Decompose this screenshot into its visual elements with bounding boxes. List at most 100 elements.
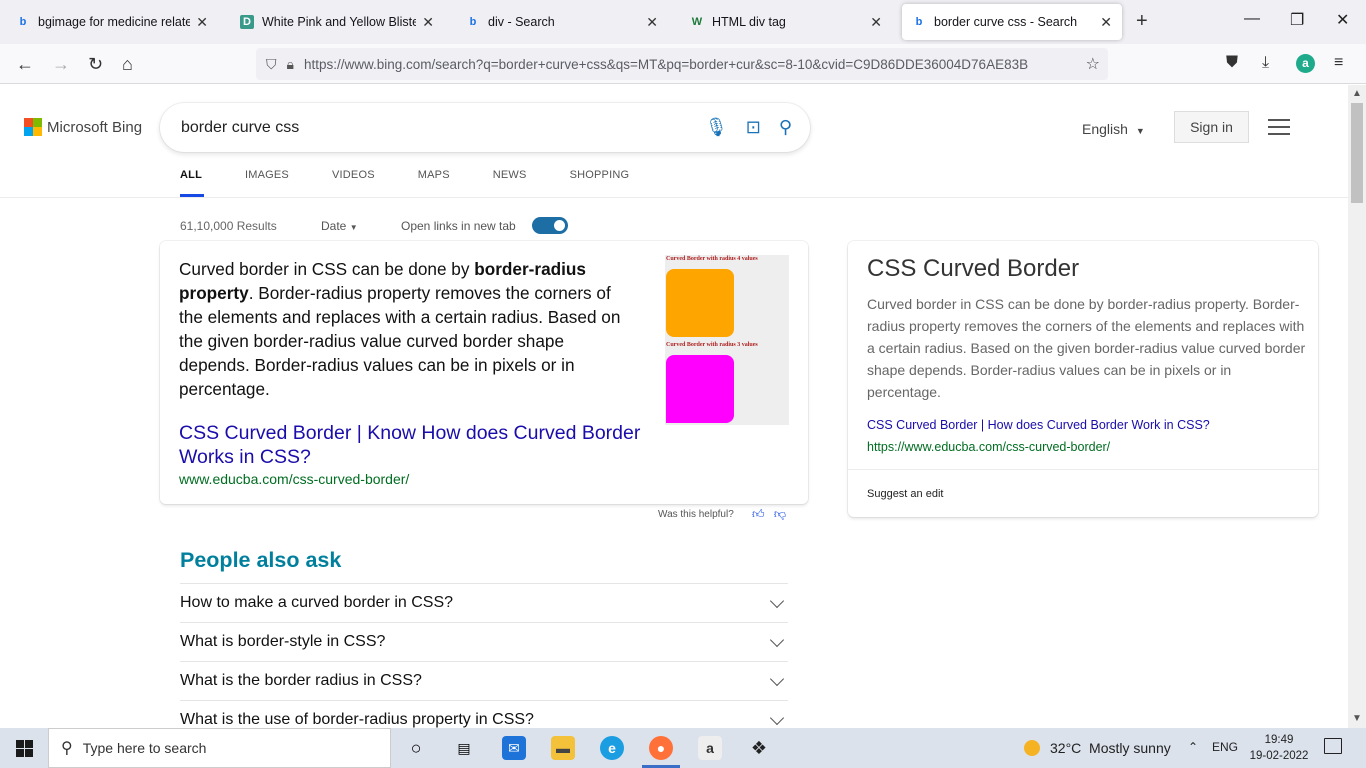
search-scopes: ALL IMAGES VIDEOS MAPS NEWS SHOPPING bbox=[180, 169, 672, 197]
answer-link[interactable]: CSS Curved Border | Know How does Curved… bbox=[179, 421, 649, 469]
close-tab-icon[interactable]: ✕ bbox=[422, 14, 434, 31]
paa-question[interactable]: What is the border radius in CSS? bbox=[180, 661, 788, 700]
taskbar-search[interactable]: ⚲ Type here to search bbox=[48, 728, 391, 768]
chevron-up-icon[interactable]: ⌃ bbox=[1188, 740, 1198, 754]
scope-all[interactable]: ALL bbox=[180, 169, 204, 197]
search-icon[interactable]: ⚲ bbox=[779, 117, 792, 138]
back-icon[interactable]: ← bbox=[16, 54, 34, 75]
chevron-down-icon bbox=[769, 710, 785, 726]
sign-in-button[interactable]: Sign in bbox=[1174, 111, 1249, 143]
weather-widget[interactable]: 32°C Mostly sunny bbox=[1024, 740, 1171, 756]
widgets-icon[interactable]: ▤ bbox=[452, 736, 476, 760]
scope-maps[interactable]: MAPS bbox=[418, 169, 450, 197]
download-icon[interactable]: ⤓ bbox=[1262, 54, 1269, 72]
tab-title: HTML div tag bbox=[712, 15, 786, 29]
magenta-curved-box bbox=[666, 355, 734, 423]
url-text: https://www.bing.com/search?q=border+cur… bbox=[303, 56, 1029, 72]
scope-images[interactable]: IMAGES bbox=[245, 169, 289, 197]
tab-div-search[interactable]: b div - Search ✕ bbox=[456, 4, 668, 40]
clock-time: 19:49 bbox=[1264, 734, 1294, 746]
reload-icon[interactable]: ↻ bbox=[88, 54, 103, 75]
amazon-icon[interactable]: a bbox=[698, 736, 722, 760]
scope-news[interactable]: NEWS bbox=[493, 169, 527, 197]
window-close-icon[interactable]: ✕ bbox=[1336, 10, 1349, 30]
notification-icon[interactable] bbox=[1324, 738, 1342, 754]
w3-favicon-icon: W bbox=[691, 16, 703, 28]
close-tab-icon[interactable]: ✕ bbox=[870, 14, 882, 31]
toggle-knob bbox=[554, 220, 565, 231]
paa-question-text: What is the border radius in CSS? bbox=[180, 672, 422, 689]
bing-logo[interactable]: Microsoft Bing bbox=[24, 118, 142, 136]
date-filter[interactable]: Date ▼ bbox=[321, 219, 358, 233]
open-links-toggle[interactable] bbox=[532, 217, 568, 234]
thumbs-up-icon[interactable]: 👍︎ bbox=[752, 507, 765, 521]
tab-title: White Pink and Yellow Blister Pa bbox=[262, 15, 417, 29]
tab-title: border curve css - Search bbox=[934, 15, 1078, 29]
language-indicator[interactable]: ENG bbox=[1212, 740, 1238, 754]
tab-blister[interactable]: D White Pink and Yellow Blister Pa ✕ bbox=[230, 4, 444, 40]
answer-cite[interactable]: www.educba.com/css-curved-border/ bbox=[179, 471, 409, 487]
paa-question[interactable]: How to make a curved border in CSS? bbox=[180, 583, 788, 622]
tab-title: div - Search bbox=[488, 15, 555, 29]
tab-title: bgimage for medicine related w bbox=[38, 15, 191, 29]
minimize-icon[interactable]: — bbox=[1244, 10, 1260, 28]
thumbs-down-icon[interactable]: 👎︎ bbox=[774, 507, 786, 521]
date-filter-label: Date bbox=[321, 219, 347, 233]
scope-videos[interactable]: VIDEOS bbox=[332, 169, 375, 197]
d-favicon-icon: D bbox=[240, 15, 254, 29]
lock-icon: 🔒︎ bbox=[286, 55, 294, 72]
search-box[interactable]: border curve css 🎙︎ ⊡ ⚲ bbox=[160, 103, 810, 152]
paa-question[interactable]: What is the use of border-radius propert… bbox=[180, 700, 788, 728]
pocket-icon[interactable]: ⛊ bbox=[1226, 54, 1238, 72]
close-tab-icon[interactable]: ✕ bbox=[1100, 14, 1112, 31]
feedback-buttons: 👍︎ 👎︎ bbox=[752, 507, 786, 522]
suggest-edit-link[interactable]: Suggest an edit bbox=[867, 488, 943, 500]
edge-icon[interactable]: e bbox=[600, 736, 624, 760]
close-tab-icon[interactable]: ✕ bbox=[646, 14, 658, 31]
visual-search-icon[interactable]: ⊡ bbox=[746, 117, 761, 138]
account-icon[interactable]: a bbox=[1296, 54, 1315, 73]
helpful-label: Was this helpful? bbox=[658, 509, 734, 520]
scroll-up-icon[interactable]: ▲ bbox=[1352, 88, 1362, 99]
menu-icon[interactable]: ≡ bbox=[1334, 54, 1343, 72]
microphone-icon[interactable]: 🎙︎ bbox=[705, 117, 728, 138]
taskbar: ⚲ Type here to search ○ ▤ ✉ ▬ e ● a ❖ 32… bbox=[0, 728, 1366, 768]
scrollbar-thumb[interactable] bbox=[1351, 103, 1363, 203]
people-also-ask-title: People also ask bbox=[180, 548, 342, 572]
answer-thumbnail[interactable]: Curved Border with radius 4 values Curve… bbox=[665, 255, 789, 425]
answer-card: Curved border in CSS can be done by bord… bbox=[160, 241, 808, 504]
hamburger-menu-icon[interactable] bbox=[1268, 119, 1290, 140]
mail-icon[interactable]: ✉ bbox=[502, 736, 526, 760]
search-input[interactable]: border curve css bbox=[181, 119, 705, 137]
home-icon[interactable]: ⌂ bbox=[122, 54, 133, 75]
sun-icon bbox=[1024, 740, 1040, 756]
task-view-icon[interactable]: ○ bbox=[404, 736, 428, 760]
forward-icon[interactable]: → bbox=[52, 54, 70, 75]
file-explorer-icon[interactable]: ▬ bbox=[551, 736, 575, 760]
knowledge-card-url[interactable]: https://www.educba.com/css-curved-border… bbox=[867, 440, 1110, 454]
tab-bgimage[interactable]: b bgimage for medicine related w ✕ bbox=[6, 4, 218, 40]
windows-start-icon[interactable] bbox=[16, 740, 33, 757]
microsoft-logo-icon bbox=[24, 118, 42, 136]
scope-shopping[interactable]: SHOPPING bbox=[570, 169, 630, 197]
people-also-ask-list: How to make a curved border in CSS? What… bbox=[180, 583, 788, 728]
tab-html-div[interactable]: W HTML div tag ✕ bbox=[680, 4, 892, 40]
close-tab-icon[interactable]: ✕ bbox=[196, 14, 208, 31]
restore-icon[interactable]: ❐ bbox=[1290, 10, 1304, 30]
paa-question-text: What is the use of border-radius propert… bbox=[180, 711, 534, 728]
address-bar[interactable]: ⛉ 🔒︎ https://www.bing.com/search?q=borde… bbox=[256, 48, 1108, 80]
clock[interactable]: 19:49 19-02-2022 bbox=[1248, 732, 1310, 764]
scroll-down-icon[interactable]: ▼ bbox=[1352, 713, 1362, 724]
firefox-icon[interactable]: ● bbox=[649, 736, 673, 760]
new-tab-icon[interactable]: + bbox=[1136, 10, 1148, 33]
page-scrollbar[interactable]: ▲ ▼ bbox=[1348, 85, 1366, 728]
language-selector[interactable]: English ▼ bbox=[1082, 121, 1145, 137]
paa-question-text: How to make a curved border in CSS? bbox=[180, 594, 454, 611]
knowledge-card-link[interactable]: CSS Curved Border | How does Curved Bord… bbox=[867, 418, 1210, 432]
paa-question[interactable]: What is border-style in CSS? bbox=[180, 622, 788, 661]
search-icon: ⚲ bbox=[61, 740, 73, 757]
shield-icon: ⛉ bbox=[266, 55, 277, 72]
tab-border-curve[interactable]: b border curve css - Search ✕ bbox=[902, 4, 1122, 40]
dropbox-icon[interactable]: ❖ bbox=[747, 736, 771, 760]
bookmark-star-icon[interactable]: ☆ bbox=[1086, 54, 1100, 74]
